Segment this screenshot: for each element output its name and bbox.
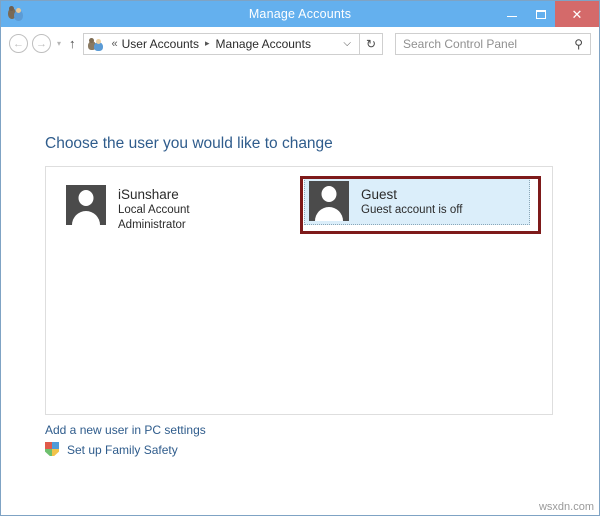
account-info: Guest Guest account is off (361, 185, 462, 218)
search-box[interactable]: Search Control Panel ⚲ (395, 32, 591, 55)
up-button[interactable]: ↑ (69, 36, 76, 51)
search-icon: ⚲ (574, 36, 583, 51)
watermark: wsxdn.com (538, 501, 594, 513)
chevron-down-icon[interactable]: ⌵ (335, 38, 359, 49)
user-accounts-panel: iSunshare Local Account Administrator Gu… (45, 166, 553, 415)
manage-accounts-window: Manage Accounts ✕ ← → ▾ ↑ « User Account… (0, 0, 600, 516)
page-title: Choose the user you would like to change (45, 135, 333, 152)
shield-icon (45, 442, 60, 458)
minimize-button[interactable] (497, 1, 526, 27)
account-item-isunshare[interactable]: iSunshare Local Account Administrator (63, 182, 273, 235)
account-info: iSunshare Local Account Administrator (118, 185, 190, 232)
recent-locations-button[interactable]: ▾ (57, 39, 61, 48)
close-button[interactable]: ✕ (555, 1, 599, 27)
family-safety-link[interactable]: Set up Family Safety (45, 442, 178, 458)
avatar (66, 185, 106, 225)
close-icon: ✕ (571, 6, 583, 22)
content-area: Choose the user you would like to change… (1, 60, 599, 515)
breadcrumb-parent[interactable]: User Accounts (122, 37, 199, 51)
account-item-guest[interactable]: Guest Guest account is off (304, 177, 530, 225)
breadcrumb-overflow-icon[interactable]: « (112, 38, 118, 50)
family-safety-label: Set up Family Safety (67, 443, 178, 457)
account-name: Guest (361, 186, 398, 202)
add-new-user-link[interactable]: Add a new user in PC settings (45, 423, 206, 437)
user-accounts-icon (7, 5, 25, 23)
breadcrumb-current[interactable]: Manage Accounts (216, 37, 311, 51)
avatar (309, 181, 349, 221)
maximize-icon (535, 9, 546, 19)
refresh-button[interactable]: ↻ (360, 32, 383, 55)
search-input[interactable]: Search Control Panel (403, 37, 574, 51)
chevron-right-icon: ▸ (205, 38, 210, 48)
address-bar[interactable]: « User Accounts ▸ Manage Accounts ⌵ (82, 32, 360, 55)
account-name: iSunshare (118, 187, 179, 202)
navigation-bar: ← → ▾ ↑ « User Accounts ▸ Manage Account… (1, 27, 599, 60)
account-status: Guest account is off (361, 203, 463, 216)
account-role: Administrator (118, 218, 186, 231)
forward-button[interactable]: → (32, 34, 51, 53)
account-type: Local Account (118, 204, 190, 217)
back-button[interactable]: ← (9, 34, 28, 53)
minimize-icon (506, 16, 517, 17)
window-controls: ✕ (497, 1, 599, 27)
maximize-button[interactable] (526, 1, 555, 27)
breadcrumb-user-accounts-icon (87, 37, 104, 51)
title-bar: Manage Accounts ✕ (1, 1, 599, 27)
